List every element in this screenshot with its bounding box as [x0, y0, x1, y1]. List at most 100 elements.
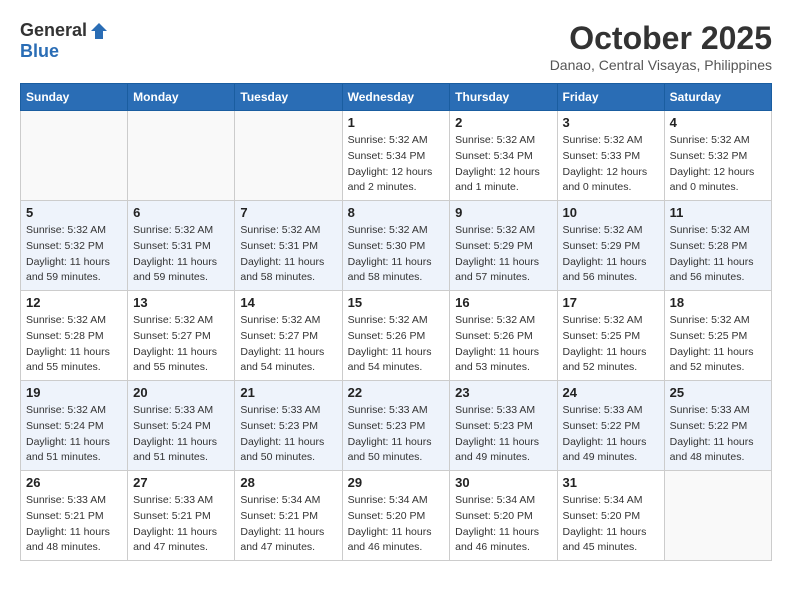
calendar-cell: 21 Sunrise: 5:33 AMSunset: 5:23 PMDayligh…	[235, 381, 342, 471]
day-info: Sunrise: 5:32 AMSunset: 5:28 PMDaylight:…	[26, 313, 122, 376]
day-number: 14	[240, 295, 336, 310]
logo-icon	[89, 21, 109, 41]
day-info: Sunrise: 5:32 AMSunset: 5:25 PMDaylight:…	[563, 313, 659, 376]
calendar-week-row: 1 Sunrise: 5:32 AMSunset: 5:34 PMDaylight…	[21, 111, 772, 201]
day-number: 30	[455, 475, 551, 490]
day-info: Sunrise: 5:32 AMSunset: 5:33 PMDaylight:…	[563, 133, 659, 196]
calendar-cell: 31 Sunrise: 5:34 AMSunset: 5:20 PMDayligh…	[557, 471, 664, 561]
calendar-cell: 23 Sunrise: 5:33 AMSunset: 5:23 PMDayligh…	[450, 381, 557, 471]
day-number: 2	[455, 115, 551, 130]
calendar-cell: 24 Sunrise: 5:33 AMSunset: 5:22 PMDayligh…	[557, 381, 664, 471]
day-number: 26	[26, 475, 122, 490]
day-number: 1	[348, 115, 445, 130]
day-info: Sunrise: 5:32 AMSunset: 5:26 PMDaylight:…	[455, 313, 551, 376]
calendar-cell: 18 Sunrise: 5:32 AMSunset: 5:25 PMDayligh…	[664, 291, 771, 381]
calendar-cell: 7 Sunrise: 5:32 AMSunset: 5:31 PMDaylight…	[235, 201, 342, 291]
calendar-week-row: 12 Sunrise: 5:32 AMSunset: 5:28 PMDayligh…	[21, 291, 772, 381]
calendar-week-row: 19 Sunrise: 5:32 AMSunset: 5:24 PMDayligh…	[21, 381, 772, 471]
day-info: Sunrise: 5:34 AMSunset: 5:20 PMDaylight:…	[348, 493, 445, 556]
day-number: 28	[240, 475, 336, 490]
day-number: 23	[455, 385, 551, 400]
header-monday: Monday	[128, 84, 235, 111]
day-info: Sunrise: 5:33 AMSunset: 5:23 PMDaylight:…	[348, 403, 445, 466]
day-info: Sunrise: 5:34 AMSunset: 5:20 PMDaylight:…	[455, 493, 551, 556]
day-info: Sunrise: 5:33 AMSunset: 5:23 PMDaylight:…	[240, 403, 336, 466]
calendar-body: 1 Sunrise: 5:32 AMSunset: 5:34 PMDaylight…	[21, 111, 772, 561]
calendar-cell: 29Sunrise: 5:34 AMSunset: 5:20 PMDayligh…	[342, 471, 450, 561]
location-title: Danao, Central Visayas, Philippines	[550, 57, 772, 73]
calendar-cell: 17 Sunrise: 5:32 AMSunset: 5:25 PMDayligh…	[557, 291, 664, 381]
day-info: Sunrise: 5:32 AMSunset: 5:24 PMDaylight:…	[26, 403, 122, 466]
logo-blue: Blue	[20, 41, 59, 62]
day-info: Sunrise: 5:32 AMSunset: 5:32 PMDaylight:…	[26, 223, 122, 286]
calendar-cell: 4Sunrise: 5:32 AMSunset: 5:32 PMDaylight…	[664, 111, 771, 201]
day-info: Sunrise: 5:33 AMSunset: 5:24 PMDaylight:…	[133, 403, 229, 466]
day-number: 8	[348, 205, 445, 220]
day-number: 17	[563, 295, 659, 310]
day-info: Sunrise: 5:32 AMSunset: 5:31 PMDaylight:…	[240, 223, 336, 286]
day-info: Sunrise: 5:32 AMSunset: 5:34 PMDaylight:…	[455, 133, 551, 196]
logo: General Blue	[20, 20, 109, 62]
day-number: 27	[133, 475, 229, 490]
day-info: Sunrise: 5:32 AMSunset: 5:27 PMDaylight:…	[133, 313, 229, 376]
day-number: 6	[133, 205, 229, 220]
day-number: 5	[26, 205, 122, 220]
calendar-cell: 28Sunrise: 5:34 AMSunset: 5:21 PMDayligh…	[235, 471, 342, 561]
day-info: Sunrise: 5:33 AMSunset: 5:23 PMDaylight:…	[455, 403, 551, 466]
calendar-cell: 2 Sunrise: 5:32 AMSunset: 5:34 PMDaylight…	[450, 111, 557, 201]
day-number: 7	[240, 205, 336, 220]
day-number: 15	[348, 295, 445, 310]
header-friday: Friday	[557, 84, 664, 111]
day-number: 9	[455, 205, 551, 220]
day-info: Sunrise: 5:32 AMSunset: 5:30 PMDaylight:…	[348, 223, 445, 286]
day-number: 18	[670, 295, 766, 310]
header-sunday: Sunday	[21, 84, 128, 111]
day-number: 31	[563, 475, 659, 490]
day-info: Sunrise: 5:32 AMSunset: 5:32 PMDaylight:…	[670, 133, 766, 196]
calendar-cell: 15 Sunrise: 5:32 AMSunset: 5:26 PMDayligh…	[342, 291, 450, 381]
day-info: Sunrise: 5:33 AMSunset: 5:22 PMDaylight:…	[670, 403, 766, 466]
day-number: 25	[670, 385, 766, 400]
day-number: 20	[133, 385, 229, 400]
day-info: Sunrise: 5:33 AMSunset: 5:21 PMDaylight:…	[26, 493, 122, 556]
day-number: 19	[26, 385, 122, 400]
day-number: 16	[455, 295, 551, 310]
calendar-cell: 26 Sunrise: 5:33 AMSunset: 5:21 PMDayligh…	[21, 471, 128, 561]
calendar-cell: 8 Sunrise: 5:32 AMSunset: 5:30 PMDaylight…	[342, 201, 450, 291]
day-info: Sunrise: 5:32 AMSunset: 5:27 PMDaylight:…	[240, 313, 336, 376]
calendar-cell	[664, 471, 771, 561]
calendar-header-row: SundayMondayTuesdayWednesdayThursdayFrid…	[21, 84, 772, 111]
day-number: 11	[670, 205, 766, 220]
day-info: Sunrise: 5:34 AMSunset: 5:20 PMDaylight:…	[563, 493, 659, 556]
day-number: 22	[348, 385, 445, 400]
calendar-cell: 11 Sunrise: 5:32 AMSunset: 5:28 PMDayligh…	[664, 201, 771, 291]
calendar-cell: 19 Sunrise: 5:32 AMSunset: 5:24 PMDayligh…	[21, 381, 128, 471]
day-number: 21	[240, 385, 336, 400]
logo-general: General	[20, 20, 87, 41]
day-info: Sunrise: 5:33 AMSunset: 5:22 PMDaylight:…	[563, 403, 659, 466]
header-saturday: Saturday	[664, 84, 771, 111]
day-number: 10	[563, 205, 659, 220]
day-info: Sunrise: 5:32 AMSunset: 5:25 PMDaylight:…	[670, 313, 766, 376]
calendar-cell	[21, 111, 128, 201]
calendar-cell: 10 Sunrise: 5:32 AMSunset: 5:29 PMDayligh…	[557, 201, 664, 291]
calendar-cell: 14 Sunrise: 5:32 AMSunset: 5:27 PMDayligh…	[235, 291, 342, 381]
day-info: Sunrise: 5:32 AMSunset: 5:29 PMDaylight:…	[455, 223, 551, 286]
calendar-cell: 30 Sunrise: 5:34 AMSunset: 5:20 PMDayligh…	[450, 471, 557, 561]
day-number: 12	[26, 295, 122, 310]
header-thursday: Thursday	[450, 84, 557, 111]
calendar-cell: 22 Sunrise: 5:33 AMSunset: 5:23 PMDayligh…	[342, 381, 450, 471]
title-section: October 2025 Danao, Central Visayas, Phi…	[550, 20, 772, 73]
calendar-cell: 9 Sunrise: 5:32 AMSunset: 5:29 PMDaylight…	[450, 201, 557, 291]
header-tuesday: Tuesday	[235, 84, 342, 111]
day-info: Sunrise: 5:33 AMSunset: 5:21 PMDaylight:…	[133, 493, 229, 556]
calendar-cell	[235, 111, 342, 201]
day-info: Sunrise: 5:32 AMSunset: 5:34 PMDaylight:…	[348, 133, 445, 196]
calendar-cell: 13Sunrise: 5:32 AMSunset: 5:27 PMDayligh…	[128, 291, 235, 381]
day-info: Sunrise: 5:32 AMSunset: 5:28 PMDaylight:…	[670, 223, 766, 286]
calendar-cell: 27 Sunrise: 5:33 AMSunset: 5:21 PMDayligh…	[128, 471, 235, 561]
calendar-cell: 5 Sunrise: 5:32 AMSunset: 5:32 PMDaylight…	[21, 201, 128, 291]
day-info: Sunrise: 5:32 AMSunset: 5:26 PMDaylight:…	[348, 313, 445, 376]
day-info: Sunrise: 5:32 AMSunset: 5:29 PMDaylight:…	[563, 223, 659, 286]
day-number: 24	[563, 385, 659, 400]
